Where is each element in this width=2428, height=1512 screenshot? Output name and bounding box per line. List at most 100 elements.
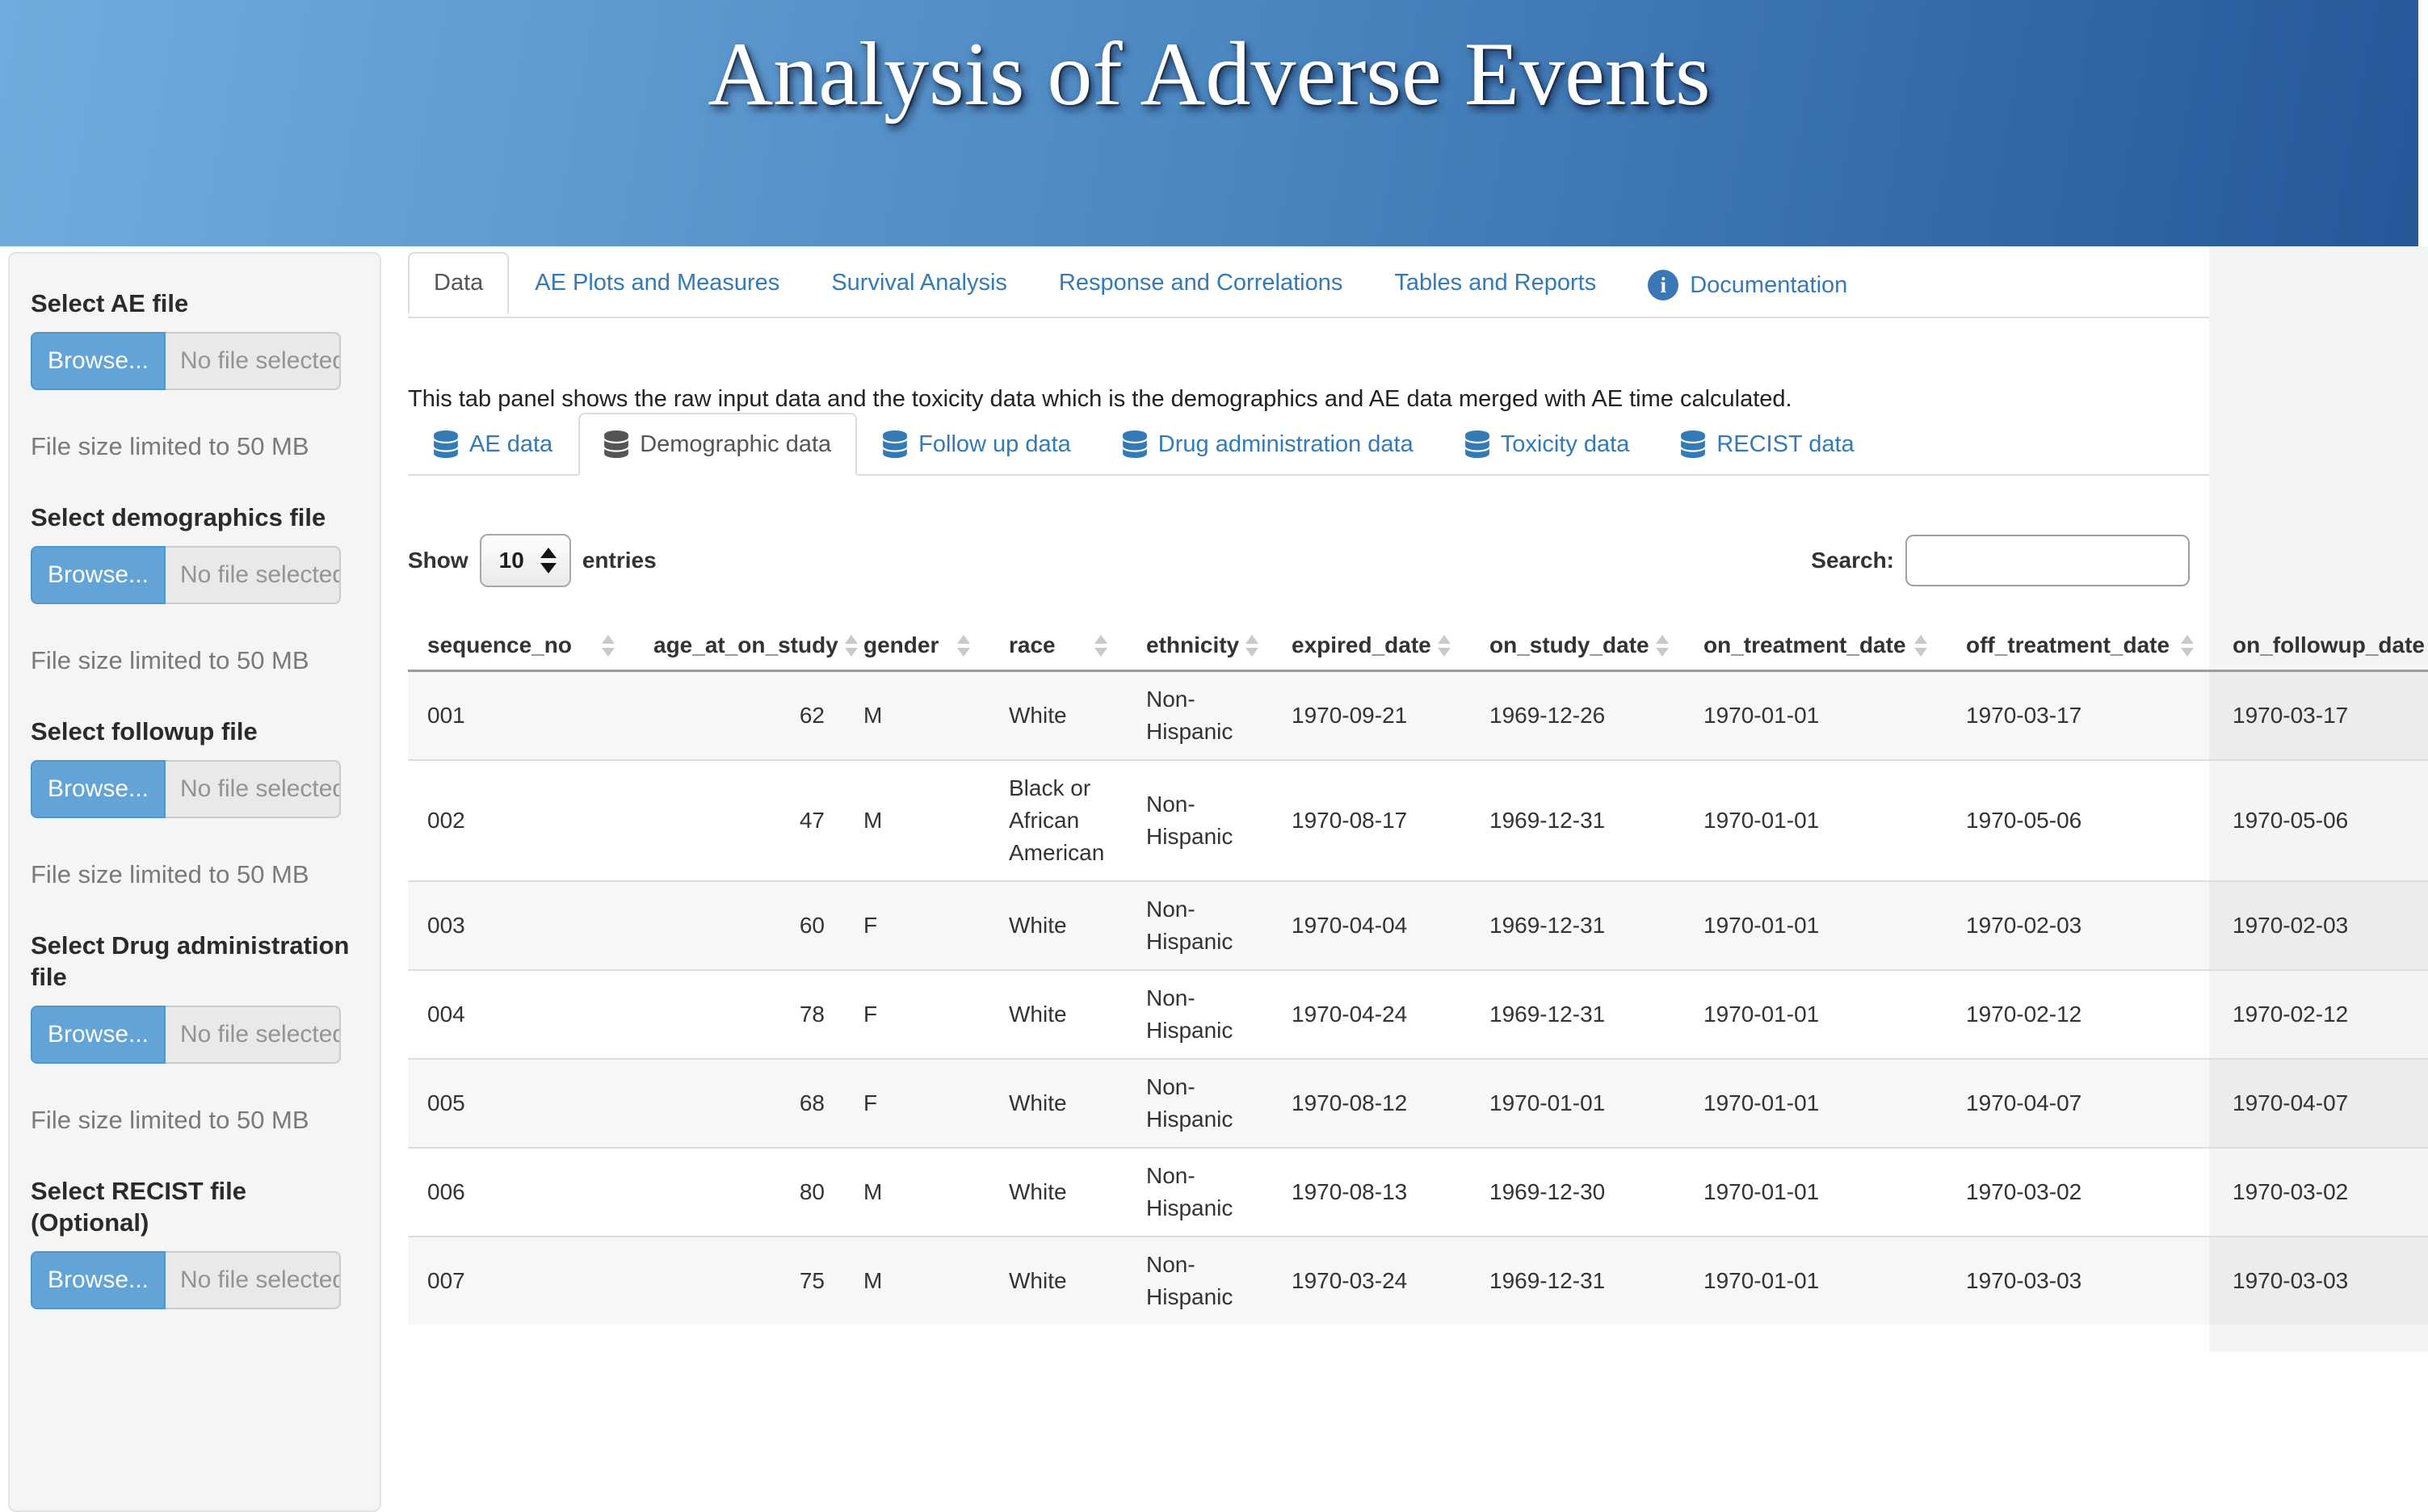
sort-arrows-icon <box>1246 635 1258 657</box>
tab-link-drug-administration-data[interactable]: Drug administration data <box>1097 413 1439 476</box>
cell-age_at_on_study: 62 <box>634 671 844 761</box>
cell-gender: F <box>844 970 989 1059</box>
file-size-help-text: File size limited to 50 MB <box>31 860 359 889</box>
column-header-label: off_treatment_date <box>1966 632 2170 658</box>
tab-link-follow-up-data[interactable]: Follow up data <box>857 413 1097 476</box>
file-input-label-select-followup-file: Select followup file <box>31 716 359 747</box>
column-header-label: age_at_on_study <box>653 632 838 658</box>
file-input-select-ae-file: Browse...No file selected <box>31 332 341 390</box>
cell-ethnicity: Non-Hispanic <box>1127 1148 1272 1237</box>
page-length-control: Show 10 entries <box>408 534 657 587</box>
column-header-sequence_no[interactable]: sequence_no <box>408 621 634 671</box>
cell-off_treatment_date: 1970-05-06 <box>1947 760 2213 881</box>
cell-off_treatment_date: 1970-04-07 <box>1947 1059 2213 1148</box>
tab-survival-analysis: Survival Analysis <box>805 252 1033 318</box>
search-input[interactable] <box>1905 535 2190 586</box>
cell-age_at_on_study: 75 <box>634 1237 844 1325</box>
data-tab-bar: AE data Demographic data Follow up data Dru… <box>408 413 2209 476</box>
file-selected-text[interactable]: No file selected <box>166 1251 341 1309</box>
column-header-on_treatment_date[interactable]: on_treatment_date <box>1684 621 1947 671</box>
tab-link-survival-analysis[interactable]: Survival Analysis <box>805 252 1033 314</box>
file-size-help-text: File size limited to 50 MB <box>31 646 359 675</box>
tab-link-ae-data[interactable]: AE data <box>408 413 578 476</box>
sort-arrows-icon <box>845 635 858 657</box>
cell-on_followup_date: 1970-02-12 <box>2213 970 2428 1059</box>
cell-gender: M <box>844 1148 989 1237</box>
page-length-value: 10 <box>499 548 524 573</box>
tab-link-tables-and-reports[interactable]: Tables and Reports <box>1368 252 1622 314</box>
datatable-toolbar: Show 10 entries Search: <box>408 534 2209 587</box>
file-input-label-select-recist-file-optional: Select RECIST file (Optional) <box>31 1175 359 1238</box>
cell-on_study_date: 1969-12-30 <box>1470 1148 1684 1237</box>
cell-gender: F <box>844 1059 989 1148</box>
browse-button[interactable]: Browse... <box>31 1006 166 1064</box>
tab-label: Response and Correlations <box>1059 270 1342 296</box>
tab-link-recist-data[interactable]: RECIST data <box>1655 413 1880 476</box>
tab-ae-data: AE data <box>408 413 578 476</box>
app-header: Analysis of Adverse Events <box>0 0 2418 246</box>
demographic-data-table: sequence_no age_at_on_studygenderrace ethn… <box>408 621 2428 1325</box>
cell-off_treatment_date: 1970-03-02 <box>1947 1148 2213 1237</box>
tab-label: AE Plots and Measures <box>535 270 779 296</box>
tab-link-toxicity-data[interactable]: Toxicity data <box>1439 413 1656 476</box>
file-input-label-select-ae-file: Select AE file <box>31 288 359 319</box>
cell-race: White <box>989 970 1127 1059</box>
table-row: 00162MWhiteNon-Hispanic1970-09-211969-12… <box>408 671 2428 761</box>
column-header-gender[interactable]: gender <box>844 621 989 671</box>
tab-link-data[interactable]: Data <box>408 252 509 314</box>
page-title: Analysis of Adverse Events <box>0 0 2418 127</box>
cell-on_study_date: 1970-01-01 <box>1470 1059 1684 1148</box>
browse-button[interactable]: Browse... <box>31 760 166 818</box>
cell-sequence_no: 007 <box>408 1237 634 1325</box>
file-selected-text[interactable]: No file selected <box>166 546 341 604</box>
column-header-on_study_date[interactable]: on_study_date <box>1470 621 1684 671</box>
column-header-race[interactable]: race <box>989 621 1127 671</box>
file-selected-text[interactable]: No file selected <box>166 1006 341 1064</box>
cell-on_study_date: 1969-12-31 <box>1470 881 1684 970</box>
page-length-select[interactable]: 10 <box>480 534 571 587</box>
column-header-label: ethnicity <box>1146 632 1239 658</box>
table-row: 00360FWhiteNon-Hispanic1970-04-041969-12… <box>408 881 2428 970</box>
file-selected-text[interactable]: No file selected <box>166 332 341 390</box>
cell-sequence_no: 002 <box>408 760 634 881</box>
column-header-ethnicity[interactable]: ethnicity <box>1127 621 1272 671</box>
tab-label: Follow up data <box>918 431 1071 458</box>
main-tab-bar: Data AE Plots and Measures Survival Analys… <box>408 252 2209 318</box>
browse-button[interactable]: Browse... <box>31 332 166 390</box>
tab-label: AE data <box>469 431 552 458</box>
column-header-on_followup_date[interactable]: on_followup_date <box>2213 621 2428 671</box>
cell-on_followup_date: 1970-03-03 <box>2213 1237 2428 1325</box>
cell-on_treatment_date: 1970-01-01 <box>1684 881 1947 970</box>
search-label: Search: <box>1811 548 1894 573</box>
file-input-select-drug-administration-file: Browse...No file selected <box>31 1006 341 1064</box>
cell-off_treatment_date: 1970-03-03 <box>1947 1237 2213 1325</box>
browse-button[interactable]: Browse... <box>31 1251 166 1309</box>
browse-button[interactable]: Browse... <box>31 546 166 604</box>
info-circle-icon: i <box>1648 270 1678 300</box>
cell-ethnicity: Non-Hispanic <box>1127 881 1272 970</box>
tab-link-ae-plots-and-measures[interactable]: AE Plots and Measures <box>509 252 805 314</box>
tab-link-demographic-data[interactable]: Demographic data <box>578 413 857 476</box>
tab-label: Demographic data <box>640 431 831 458</box>
cell-expired_date: 1970-04-04 <box>1272 881 1470 970</box>
tab-response-and-correlations: Response and Correlations <box>1033 252 1368 318</box>
cell-gender: M <box>844 671 989 761</box>
cell-age_at_on_study: 80 <box>634 1148 844 1237</box>
cell-on_treatment_date: 1970-01-01 <box>1684 970 1947 1059</box>
tab-link-response-and-correlations[interactable]: Response and Correlations <box>1033 252 1368 314</box>
file-input-select-followup-file: Browse...No file selected <box>31 760 341 818</box>
column-header-age_at_on_study[interactable]: age_at_on_study <box>634 621 844 671</box>
column-header-expired_date[interactable]: expired_date <box>1272 621 1470 671</box>
tab-documentation: iDocumentation <box>1622 252 1873 318</box>
tab-link-documentation[interactable]: iDocumentation <box>1622 252 1873 318</box>
tab-label: Tables and Reports <box>1394 270 1596 296</box>
table-row: 00775MWhiteNon-Hispanic1970-03-241969-12… <box>408 1237 2428 1325</box>
cell-on_treatment_date: 1970-01-01 <box>1684 671 1947 761</box>
tab-label: Drug administration data <box>1158 431 1414 458</box>
sort-arrows-icon <box>1438 635 1451 657</box>
database-icon <box>1681 430 1705 458</box>
file-selected-text[interactable]: No file selected <box>166 760 341 818</box>
column-header-off_treatment_date[interactable]: off_treatment_date <box>1947 621 2213 671</box>
cell-on_study_date: 1969-12-26 <box>1470 671 1684 761</box>
sort-arrows-icon <box>602 635 615 657</box>
